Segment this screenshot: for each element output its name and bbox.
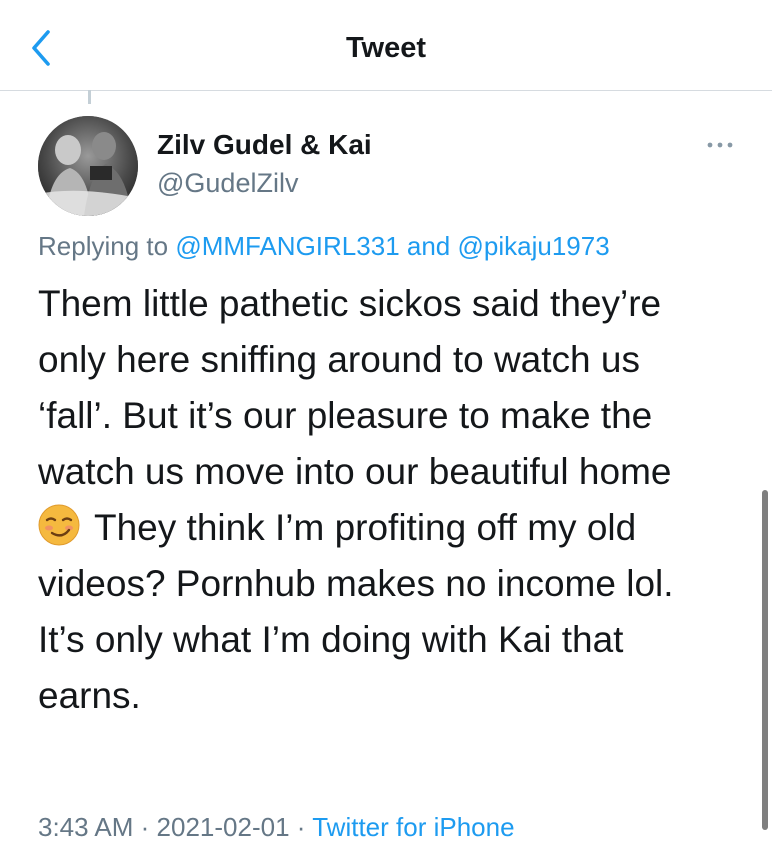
tweet-time: 3:43 AM [38,812,134,842]
tweet-line: ‘fall’. But it’s our pleasure to make th… [38,395,653,436]
tweet-source-link[interactable]: Twitter for iPhone [312,812,514,842]
replying-to-joiner: and [406,231,451,261]
author-name[interactable]: Zilv Gudel & Kai [157,128,372,162]
more-options-button[interactable] [700,134,740,156]
page-title: Tweet [345,32,427,64]
navigation-bar: Tweet [0,0,772,91]
mention-link-1[interactable]: @MMFANGIRL331 [175,231,399,261]
tweet-date: 2021-02-01 [156,812,290,842]
tweet-line: earns. [38,675,141,716]
author-handle[interactable]: @GudelZilv [157,167,298,199]
ellipsis-icon [707,142,733,148]
tweet-detail-screen: Tweet Zilv Gudel & Kai @GudelZilv Replyi… [0,0,772,861]
tweet-line: Them little pathetic sickos said they’re [38,283,662,324]
avatar-photo [38,116,138,216]
tweet-text: Them little pathetic sickos said they’re… [38,276,758,724]
tweet-line-with-emoji: They think I’m profiting off my old [38,500,758,556]
tweet-line: It’s only what I’m doing with Kai that [38,619,624,660]
scrollbar[interactable] [762,490,768,830]
tweet-line: only here sniffing around to watch us [38,339,640,380]
tweet-metadata: 3:43 AM · 2021-02-01 · Twitter for iPhon… [38,810,515,844]
replying-to-label: Replying to [38,231,169,261]
tweet-line-text: They think I’m profiting off my old [94,507,637,548]
meta-separator: · [140,812,150,842]
meta-separator: · [296,812,306,842]
mention-link-2[interactable]: @pikaju1973 [458,231,610,261]
tweet-line: watch us move into our beautiful home [38,451,672,492]
replying-to: Replying to @MMFANGIRL331 and @pikaju197… [38,229,610,263]
avatar[interactable] [38,116,138,216]
tweet-line: videos? Pornhub makes no income lol. [38,563,674,604]
thread-connector-line [88,90,91,104]
smirking-face-emoji [38,504,80,546]
